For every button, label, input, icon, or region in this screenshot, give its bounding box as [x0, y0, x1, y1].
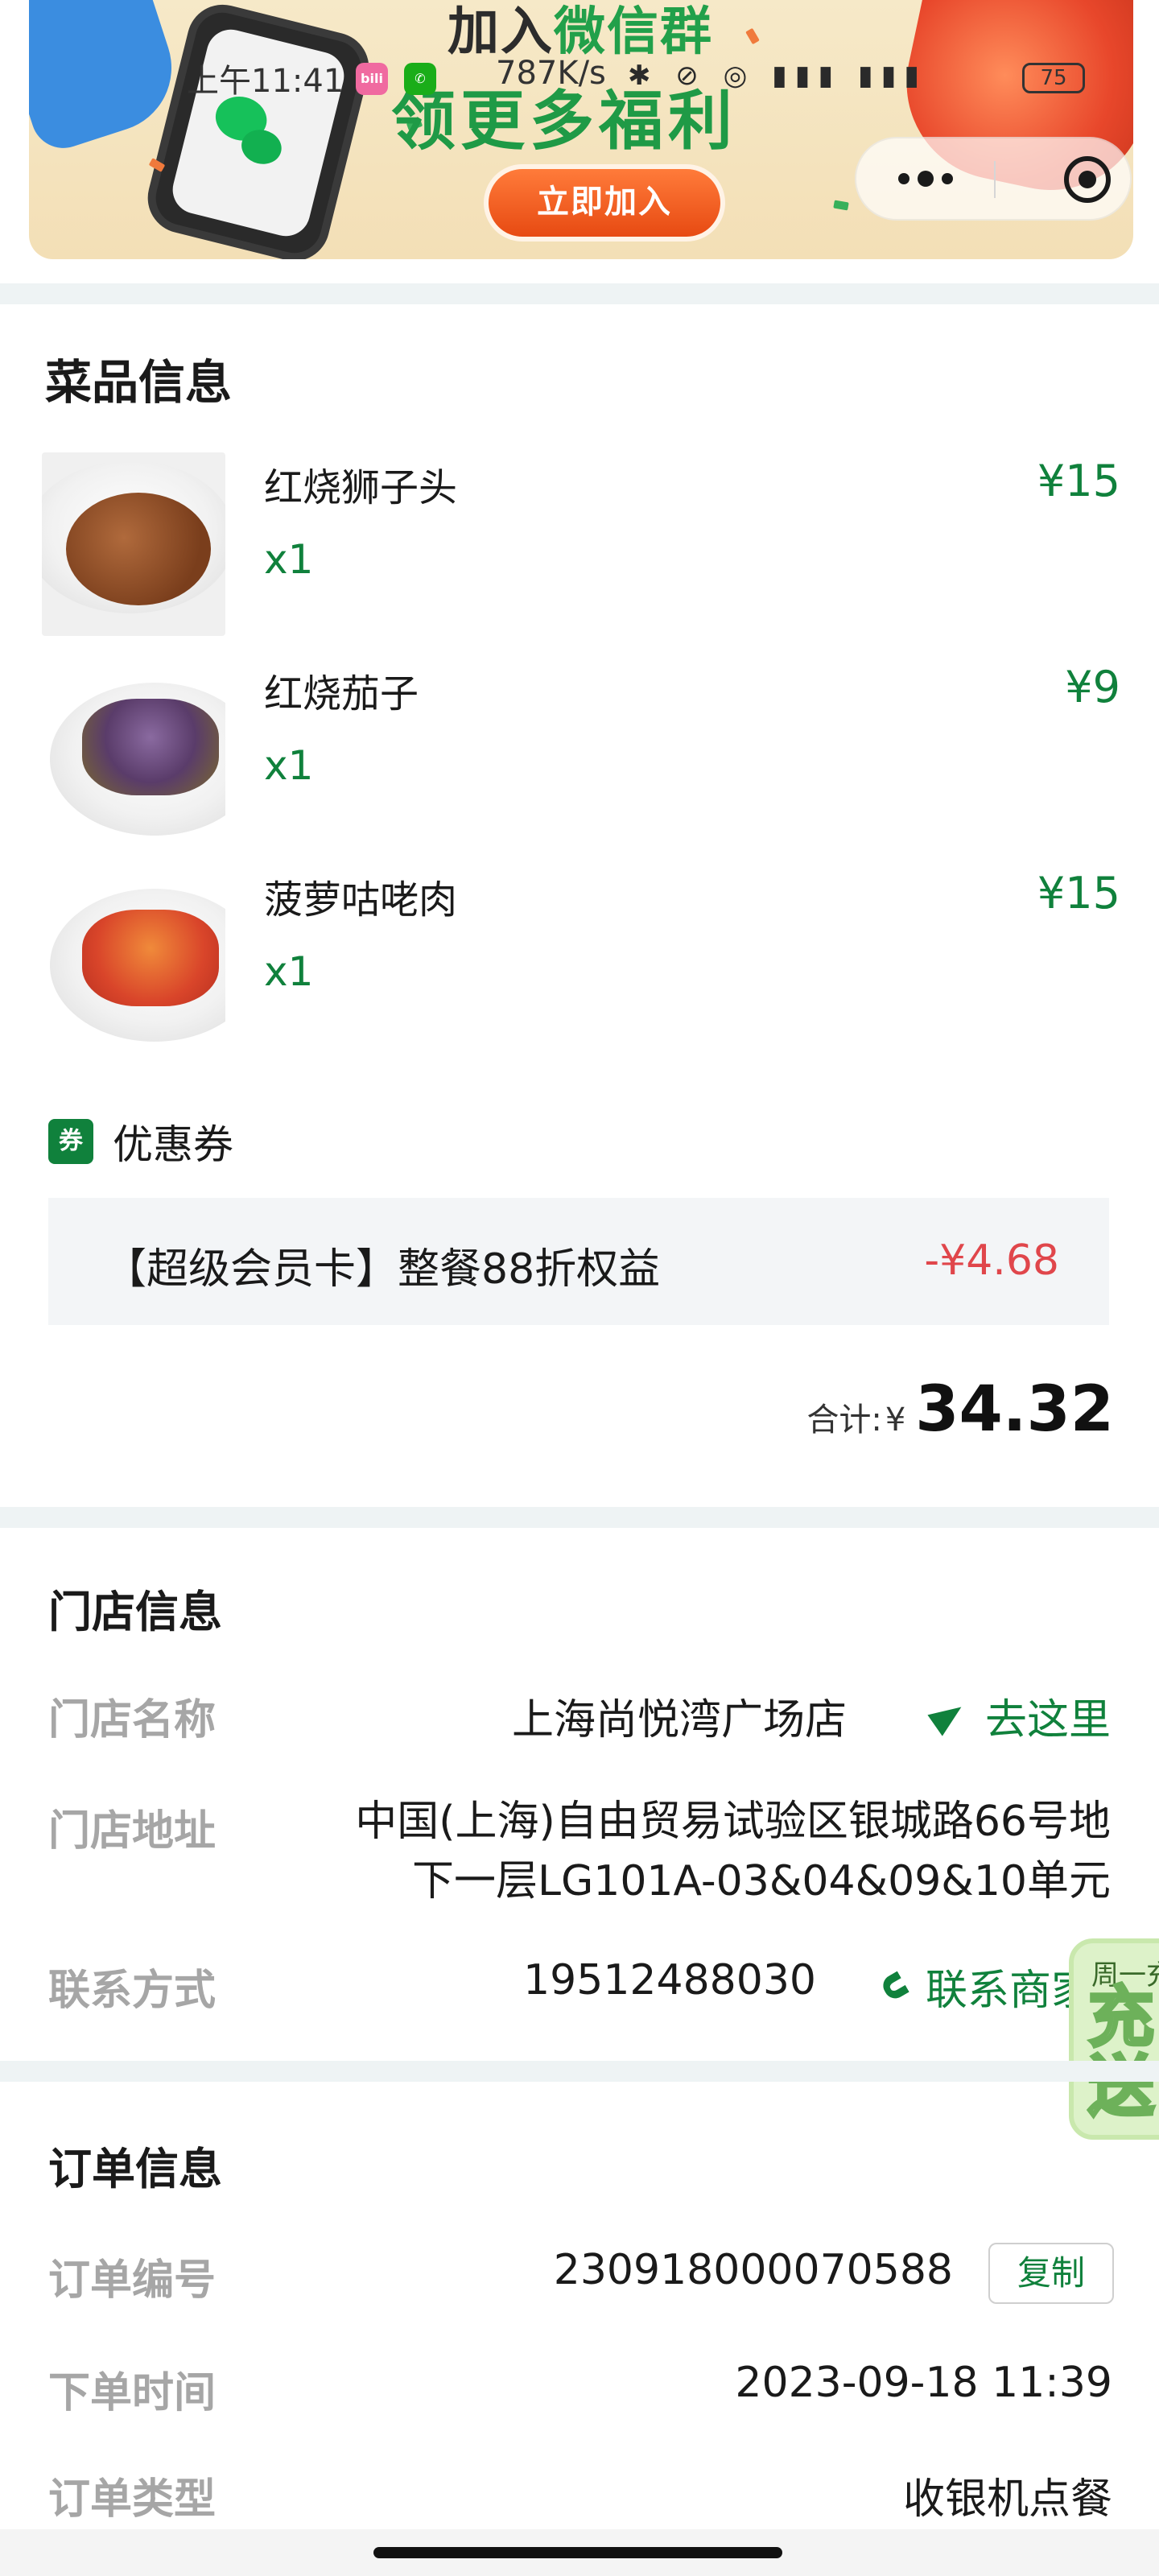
store-name-label: 门店名称	[48, 1696, 217, 1744]
miniprogram-capsule	[855, 137, 1132, 221]
contact-merchant-label: 联系商家	[926, 1967, 1094, 2015]
section-separator	[0, 283, 1159, 304]
order-section-title: 订单信息	[48, 2144, 222, 2194]
dish-quantity: x1	[264, 536, 314, 583]
copy-button[interactable]: 复制	[988, 2243, 1114, 2304]
dish-price: ¥15	[1037, 868, 1120, 919]
more-dot-icon	[918, 171, 934, 187]
order-type-label: 订单类型	[48, 2475, 217, 2524]
coupon-amount: -¥4.68	[924, 1236, 1059, 1285]
battery-icon: 75	[1022, 63, 1085, 93]
dish-item: 菠萝咕咾肉 x1 ¥15	[42, 865, 1120, 1048]
promo-line2: 充送	[1087, 1979, 1156, 2125]
dish-name: 菠萝咕咾肉	[264, 877, 458, 923]
coupon-header: 券 优惠券	[48, 1117, 233, 1168]
dish-item: 红烧茄子 x1 ¥9	[42, 658, 1120, 842]
store-address-line1: 中国(上海)自由贸易试验区银城路66号地	[355, 1798, 1111, 1846]
store-contact-value: 19512488030	[523, 1956, 816, 2004]
join-now-button[interactable]: 立即加入	[484, 164, 725, 242]
store-contact-label: 联系方式	[48, 1967, 217, 2015]
navigate-button[interactable]: 去这里	[927, 1686, 1111, 1746]
more-dot-icon	[942, 173, 953, 184]
store-section-title: 门店信息	[48, 1587, 222, 1637]
dish-section-title: 菜品信息	[45, 355, 233, 410]
more-dot-icon	[898, 173, 909, 184]
coupon-description: 【超级会员卡】整餐88折权益	[105, 1245, 661, 1294]
dish-image	[42, 452, 225, 636]
home-indicator[interactable]	[373, 2547, 782, 2558]
network-speed: 787K/s	[496, 55, 606, 92]
system-status-icons: ✱ ⊘ ◎ ▮▮▮ ▮▮▮	[628, 60, 928, 92]
order-time-value: 2023-09-18 11:39	[735, 2359, 1112, 2407]
total-value: 34.32	[915, 1373, 1114, 1446]
contact-merchant-button[interactable]: 联系商家	[879, 1956, 1094, 2017]
dish-image	[42, 865, 225, 1048]
store-name-value: 上海尚悦湾广场店	[511, 1696, 847, 1744]
bilibili-icon: bili	[356, 63, 388, 95]
dish-price: ¥15	[1037, 456, 1120, 506]
dish-quantity: x1	[264, 948, 314, 995]
section-separator	[0, 1507, 1159, 1528]
coupon-label: 优惠券	[113, 1121, 233, 1168]
order-number-value: 230918000070588	[553, 2246, 953, 2294]
navigation-arrow-icon	[927, 1695, 969, 1736]
capsule-divider	[994, 161, 996, 198]
close-miniprogram-icon[interactable]	[1064, 156, 1111, 203]
confetti-decoration	[745, 27, 760, 45]
dish-quantity: x1	[264, 742, 314, 789]
dish-image	[42, 658, 225, 842]
coupon-row: 【超级会员卡】整餐88折权益 -¥4.68	[48, 1198, 1109, 1325]
order-total: 合计: ¥ 34.32	[806, 1373, 1114, 1446]
total-currency: ¥	[885, 1402, 906, 1439]
phone-illustration	[140, 0, 377, 259]
coupon-icon: 券	[48, 1119, 93, 1164]
phone-icon	[879, 1971, 909, 2002]
order-time-label: 下单时间	[48, 2369, 217, 2417]
floating-recharge-promo[interactable]: 周一充 充送	[1069, 1938, 1159, 2140]
store-address-value: 中国(上海)自由贸易试验区银城路66号地 下一层LG101A-03&04&09&…	[355, 1792, 1111, 1911]
dish-name: 红烧狮子头	[264, 465, 458, 510]
order-number-label: 订单编号	[48, 2256, 217, 2305]
total-label: 合计:	[806, 1402, 882, 1439]
order-type-value: 收银机点餐	[902, 2475, 1112, 2524]
store-address-label: 门店地址	[48, 1807, 217, 1856]
section-separator	[0, 2061, 1159, 2082]
more-menu-button[interactable]	[856, 138, 995, 219]
dish-price: ¥9	[1065, 662, 1120, 712]
wechat-notify-icon: ✆	[404, 63, 436, 95]
confetti-decoration	[833, 200, 849, 211]
dish-item: 红烧狮子头 x1 ¥15	[42, 452, 1120, 636]
navigate-label: 去这里	[984, 1696, 1111, 1744]
status-bar: 上午11:41 bili ✆ 787K/s ✱ ⊘ ◎ ▮▮▮ ▮▮▮ 75	[0, 48, 1159, 105]
dish-name: 红烧茄子	[264, 671, 419, 716]
status-time: 上午11:41	[187, 63, 344, 100]
store-address-line2: 下一层LG101A-03&04&09&10单元	[411, 1857, 1111, 1905]
